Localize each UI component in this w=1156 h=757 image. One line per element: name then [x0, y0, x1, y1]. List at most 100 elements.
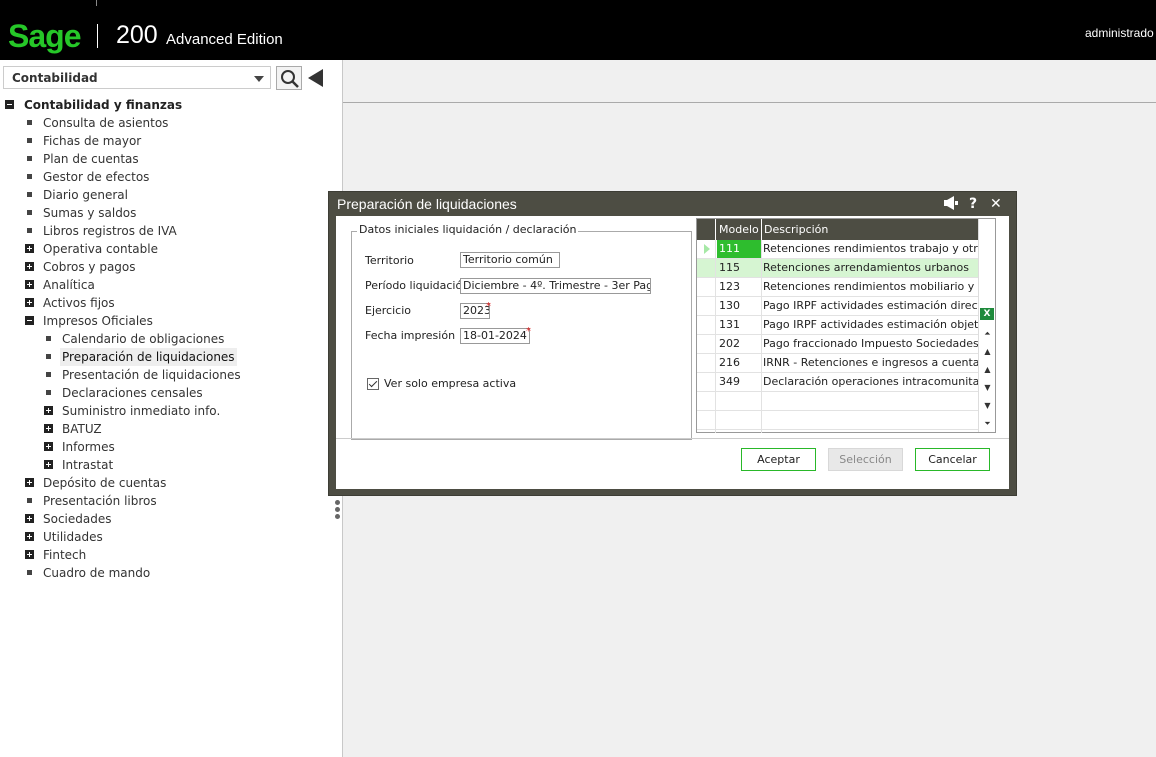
- tree-item[interactable]: Plan de cuentas: [0, 150, 333, 168]
- modelo-cell[interactable]: 115: [717, 259, 761, 277]
- tree-item[interactable]: Contabilidad y finanzas: [0, 96, 333, 114]
- tree-item[interactable]: Consulta de asientos: [0, 114, 333, 132]
- page-down-icon[interactable]: ▼: [981, 399, 994, 413]
- collapse-icon[interactable]: [25, 316, 34, 325]
- tree-item-label: Presentación libros: [43, 494, 157, 508]
- collapse-sidebar-icon[interactable]: [308, 69, 323, 87]
- module-select[interactable]: Contabilidad: [3, 66, 271, 89]
- search-icon: [281, 70, 299, 88]
- modelo-cell[interactable]: 131: [717, 316, 761, 334]
- tree-item[interactable]: Cobros y pagos: [0, 258, 333, 276]
- help-icon[interactable]: ?: [969, 196, 977, 212]
- table-row[interactable]: [697, 392, 978, 411]
- modelo-cell[interactable]: [717, 392, 761, 410]
- close-icon[interactable]: ✕: [990, 196, 1002, 212]
- tree-item[interactable]: Impresos Oficiales: [0, 312, 333, 330]
- fecha-field[interactable]: 18-01-2024: [460, 328, 530, 344]
- megaphone-icon[interactable]: [943, 196, 959, 214]
- expand-icon[interactable]: [25, 532, 34, 541]
- column-header-modelo[interactable]: Modelo: [716, 219, 761, 240]
- table-row[interactable]: 130 Pago IRPF actividades estimación dire…: [697, 297, 978, 316]
- tree-item[interactable]: Fichas de mayor: [0, 132, 333, 150]
- descripcion-cell[interactable]: Pago IRPF actividades estimación directa: [763, 297, 978, 315]
- expand-icon[interactable]: [25, 514, 34, 523]
- table-row[interactable]: 111 Retenciones rendimientos trabajo y ot…: [697, 240, 978, 259]
- first-record-icon[interactable]: ⏶: [981, 327, 994, 341]
- table-row[interactable]: 202 Pago fraccionado Impuesto Sociedades: [697, 335, 978, 354]
- modelo-cell[interactable]: 216: [717, 354, 761, 372]
- descripcion-cell[interactable]: Retenciones arrendamientos urbanos: [763, 259, 978, 277]
- tree-item[interactable]: Sumas y saldos: [0, 204, 333, 222]
- user-name[interactable]: administrado: [1085, 26, 1154, 40]
- expand-icon[interactable]: [25, 550, 34, 559]
- descripcion-cell[interactable]: Retenciones rendimientos trabajo y otros: [763, 240, 978, 258]
- tree-item[interactable]: Intrastat: [0, 456, 333, 474]
- tree-item[interactable]: Suministro inmediato info.: [0, 402, 333, 420]
- expand-icon[interactable]: [25, 244, 34, 253]
- resize-grip-icon[interactable]: [335, 500, 341, 522]
- tree-item[interactable]: Preparación de liquidaciones: [0, 348, 333, 366]
- expand-icon[interactable]: [25, 298, 34, 307]
- tree-item[interactable]: Informes: [0, 438, 333, 456]
- top-marker: [96, 0, 97, 6]
- descripcion-cell[interactable]: Retenciones rendimientos mobiliario y ot…: [763, 278, 978, 296]
- expand-icon[interactable]: [44, 406, 53, 415]
- expand-icon[interactable]: [44, 460, 53, 469]
- last-record-icon[interactable]: ⏷: [981, 417, 994, 431]
- tree-item[interactable]: Libros registros de IVA: [0, 222, 333, 240]
- expand-icon[interactable]: [25, 262, 34, 271]
- descripcion-cell[interactable]: [763, 392, 978, 410]
- tree-item[interactable]: Utilidades: [0, 528, 333, 546]
- modelo-cell[interactable]: 349: [717, 373, 761, 391]
- cancel-button[interactable]: Cancelar: [915, 448, 990, 471]
- tree-item[interactable]: Depósito de cuentas: [0, 474, 333, 492]
- descripcion-cell[interactable]: Pago IRPF actividades estimación objetiv…: [763, 316, 978, 334]
- current-row-icon: [704, 244, 710, 254]
- descripcion-cell[interactable]: Pago fraccionado Impuesto Sociedades: [763, 335, 978, 353]
- ver-solo-empresa-checkbox[interactable]: [367, 378, 379, 390]
- table-row[interactable]: 131 Pago IRPF actividades estimación obje…: [697, 316, 978, 335]
- territorio-field[interactable]: Territorio común: [460, 252, 560, 268]
- table-row[interactable]: 216 IRNR - Retenciones e ingresos a cuent…: [697, 354, 978, 373]
- periodo-field[interactable]: Diciembre - 4º. Trimestre - 3er Pago a c: [460, 278, 651, 294]
- up-arrow-icon[interactable]: ▲: [981, 363, 994, 377]
- search-button[interactable]: [276, 66, 302, 90]
- down-arrow-icon[interactable]: ▼: [981, 381, 994, 395]
- modelo-cell[interactable]: [717, 411, 761, 429]
- column-header-descripcion[interactable]: Descripción: [762, 219, 978, 240]
- expand-icon[interactable]: [25, 478, 34, 487]
- modelo-cell[interactable]: 111: [717, 240, 761, 258]
- tree-item[interactable]: BATUZ: [0, 420, 333, 438]
- excel-export-icon[interactable]: X: [980, 308, 994, 320]
- tree-item[interactable]: Presentación libros: [0, 492, 333, 510]
- accept-button[interactable]: Aceptar: [741, 448, 816, 471]
- tree-item[interactable]: Fintech: [0, 546, 333, 564]
- collapse-icon[interactable]: [5, 100, 14, 109]
- selection-button[interactable]: Selección: [828, 448, 903, 471]
- tree-item[interactable]: Activos fijos: [0, 294, 333, 312]
- descripcion-cell[interactable]: [763, 411, 978, 429]
- descripcion-cell[interactable]: IRNR - Retenciones e ingresos a cuenta: [763, 354, 978, 372]
- table-row[interactable]: 115 Retenciones arrendamientos urbanos: [697, 259, 978, 278]
- tree-item[interactable]: Sociedades: [0, 510, 333, 528]
- expand-icon[interactable]: [44, 442, 53, 451]
- table-row[interactable]: [697, 411, 978, 430]
- expand-icon[interactable]: [44, 424, 53, 433]
- tree-item[interactable]: Calendario de obligaciones: [0, 330, 333, 348]
- button-bar-separator: [336, 438, 1009, 439]
- page-up-icon[interactable]: ▲: [981, 345, 994, 359]
- modelo-cell[interactable]: 130: [717, 297, 761, 315]
- tree-item[interactable]: Declaraciones censales: [0, 384, 333, 402]
- tree-item[interactable]: Diario general: [0, 186, 333, 204]
- table-row[interactable]: 349 Declaración operaciones intracomunita…: [697, 373, 978, 392]
- modelo-cell[interactable]: 123: [717, 278, 761, 296]
- tree-item[interactable]: Presentación de liquidaciones: [0, 366, 333, 384]
- tree-item[interactable]: Gestor de efectos: [0, 168, 333, 186]
- descripcion-cell[interactable]: Declaración operaciones intracomunitaria…: [763, 373, 978, 391]
- table-row[interactable]: 123 Retenciones rendimientos mobiliario y…: [697, 278, 978, 297]
- tree-item[interactable]: Analítica: [0, 276, 333, 294]
- modelo-cell[interactable]: 202: [717, 335, 761, 353]
- tree-item[interactable]: Cuadro de mando: [0, 564, 333, 582]
- tree-item[interactable]: Operativa contable: [0, 240, 333, 258]
- expand-icon[interactable]: [25, 280, 34, 289]
